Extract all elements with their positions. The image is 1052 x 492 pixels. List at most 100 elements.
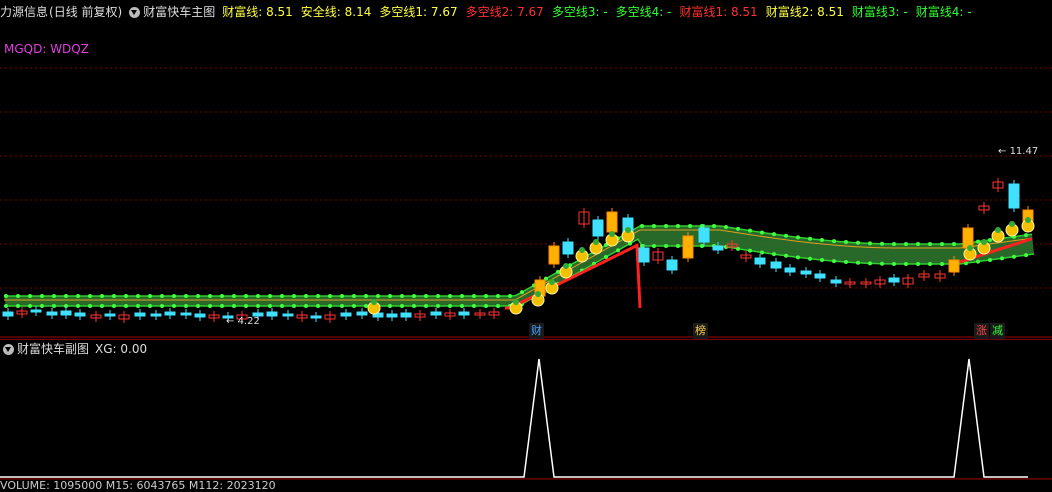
band-dot <box>172 294 176 298</box>
band-dot <box>28 304 32 308</box>
candle <box>356 311 368 316</box>
band-dot <box>112 304 116 308</box>
band-dot <box>4 304 8 308</box>
candle <box>638 247 650 263</box>
band-dot <box>40 304 44 308</box>
band-dot <box>292 304 296 308</box>
band-dot <box>280 304 284 308</box>
band-dot <box>772 252 776 257</box>
band-dot <box>496 294 500 298</box>
band-dot <box>52 304 56 308</box>
band-dot <box>4 294 8 298</box>
band-dot <box>832 259 836 264</box>
indicator-selector[interactable]: 财富快车主图 <box>129 2 215 22</box>
indicator-value: 多空线1: 7.67 <box>379 5 458 19</box>
band-dot <box>664 224 668 228</box>
band-dot <box>256 294 260 298</box>
band-dot <box>424 294 428 298</box>
coin-leaf-icon <box>593 239 599 245</box>
candle <box>698 227 710 243</box>
band-dot <box>844 260 848 265</box>
band-dot <box>256 304 260 308</box>
band-dot <box>388 304 392 308</box>
period-label[interactable]: (日线 前复权) <box>49 2 122 22</box>
band-dot <box>928 242 932 246</box>
band-dot <box>76 294 80 298</box>
stock-name[interactable]: 力源信息 <box>0 2 48 22</box>
band-dot <box>760 250 764 255</box>
band-dot <box>352 294 356 298</box>
band-dot <box>136 304 140 308</box>
band-dot <box>640 224 644 228</box>
candle <box>830 279 842 284</box>
candle <box>888 277 900 283</box>
signal-marker: 榜 <box>693 323 708 339</box>
band-dot <box>148 294 152 298</box>
band-dot <box>652 244 656 248</box>
band-dot <box>472 294 476 298</box>
band-dot <box>460 294 464 298</box>
indicator-values: 财富线: 8.51 安全线: 8.14 多空线1: 7.67 多空线2: 7.67 多空… <box>222 2 971 22</box>
band-dot <box>676 224 680 228</box>
candle <box>548 245 560 265</box>
band-dot <box>220 304 224 308</box>
band-dot <box>796 255 800 260</box>
band-dot <box>916 242 920 246</box>
band-dot <box>100 304 104 308</box>
band-dot <box>436 294 440 298</box>
sub-indicator-name: 财富快车副图 <box>17 342 90 356</box>
band-dot <box>808 256 812 261</box>
mid-line <box>4 229 1033 301</box>
sub-chart[interactable] <box>0 355 1052 481</box>
band-dot <box>868 241 872 246</box>
band-dot <box>136 294 140 298</box>
coin-leaf-icon <box>563 263 569 269</box>
band-dot <box>988 237 992 242</box>
chevron-down-icon[interactable] <box>3 344 14 355</box>
band-dot <box>556 269 560 274</box>
coin-leaf-icon <box>981 239 987 245</box>
band-dot <box>784 253 788 258</box>
coin-leaf-icon <box>625 227 631 233</box>
band-dot <box>856 240 860 245</box>
band-dot <box>220 294 224 298</box>
band-dot <box>976 239 980 244</box>
band-dot <box>664 244 668 248</box>
band-dot <box>244 294 248 298</box>
band-dot <box>760 230 764 235</box>
band-dot <box>916 262 920 266</box>
band-dot <box>724 224 728 229</box>
band-dot <box>244 304 248 308</box>
band-dot <box>844 240 848 245</box>
band-dot <box>988 257 992 262</box>
band-dot <box>124 304 128 308</box>
band-dot <box>508 294 512 298</box>
band-dot <box>856 260 860 265</box>
candle <box>592 219 604 237</box>
coin-leaf-icon <box>1009 221 1015 227</box>
band-dot <box>316 304 320 308</box>
candle <box>712 245 724 251</box>
band-dot <box>340 294 344 298</box>
band-dot <box>304 304 308 308</box>
band-dot <box>472 304 476 308</box>
band-dot <box>880 261 884 266</box>
main-chart[interactable] <box>0 22 1052 338</box>
band-dot <box>640 244 644 248</box>
chevron-down-icon[interactable] <box>129 7 141 18</box>
band-dot <box>868 261 872 266</box>
band-dot <box>352 304 356 308</box>
band-dot <box>880 241 884 246</box>
band-dot <box>1024 253 1028 258</box>
high-price-marker: ← 11.47 <box>998 146 1039 157</box>
signal-marker: 减 <box>990 323 1005 339</box>
coin-leaf-icon <box>513 299 519 305</box>
candle <box>784 267 796 273</box>
candle <box>46 311 58 316</box>
candle <box>60 310 72 316</box>
band-dot <box>892 261 896 266</box>
candle <box>562 241 574 255</box>
candle <box>164 311 176 316</box>
low-price-marker: ← 4.22 <box>226 316 260 327</box>
band-dot <box>280 294 284 298</box>
